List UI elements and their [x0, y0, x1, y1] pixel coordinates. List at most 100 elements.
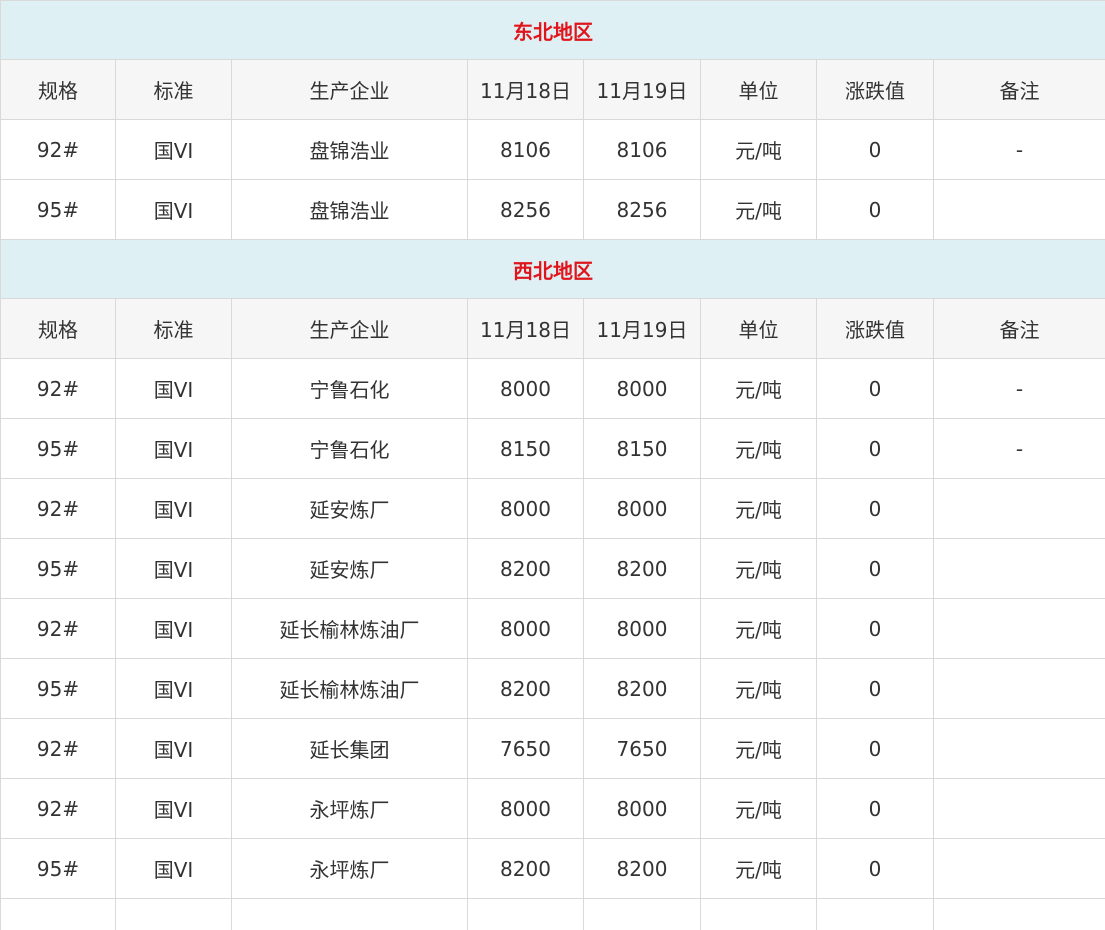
cell-standard: 国VI — [115, 119, 232, 180]
cell-standard: 国VI — [115, 358, 232, 419]
cell-remark — [933, 778, 1105, 839]
column-header-row: 规格 标准 生产企业 11月18日 11月19日 单位 涨跌值 备注 — [0, 298, 1105, 359]
cell-producer: 宁鲁石化 — [231, 358, 468, 419]
cell-price-nov18: 8256 — [467, 179, 584, 240]
cell-price-nov19: 8200 — [583, 658, 701, 719]
cell-price-nov19: 7650 — [583, 718, 701, 779]
cell-standard: 国VI — [115, 418, 232, 479]
cell-standard: 国VI — [115, 179, 232, 240]
cell-price-nov18: 8200 — [467, 538, 584, 599]
column-header-spec: 规格 — [0, 298, 116, 359]
cell-price-nov18: 8000 — [467, 358, 584, 419]
cell-change: 0 — [816, 418, 934, 479]
cell-remark: - — [933, 358, 1105, 419]
table-row: 92# 国VI 延长榆林炼油厂 8000 8000 元/吨 0 — [0, 598, 1105, 659]
cell-price-nov18: 8150 — [467, 418, 584, 479]
cell-price-nov18: 8200 — [467, 838, 584, 899]
column-header-remark: 备注 — [933, 59, 1105, 120]
cell-change: 0 — [816, 358, 934, 419]
cell-spec: 92# — [0, 598, 116, 659]
cell-spec: 92# — [0, 119, 116, 180]
cell-producer: 延安炼厂 — [231, 478, 468, 539]
column-header-price-nov19: 11月19日 — [583, 298, 701, 359]
cell-price-nov19: 8000 — [583, 778, 701, 839]
column-header-producer: 生产企业 — [231, 59, 468, 120]
cell-unit: 元/吨 — [700, 778, 817, 839]
cell-unit: 元/吨 — [700, 838, 817, 899]
table-row: 95# 国VI 延长榆林炼油厂 8200 8200 元/吨 0 — [0, 658, 1105, 719]
column-header-producer: 生产企业 — [231, 298, 468, 359]
cell-spec: 92# — [0, 478, 116, 539]
cell-remark — [933, 718, 1105, 779]
cell-price-nov19: 8200 — [583, 538, 701, 599]
table-row: 92# 国VI 盘锦浩业 8106 8106 元/吨 0- — [0, 119, 1105, 180]
cell-standard — [115, 898, 232, 930]
column-header-price-nov19: 11月19日 — [583, 59, 701, 120]
cell-spec: 92# — [0, 358, 116, 419]
column-header-price-nov18: 11月18日 — [467, 298, 584, 359]
cell-producer: 延长榆林炼油厂 — [231, 658, 468, 719]
column-header-unit: 单位 — [700, 59, 817, 120]
cell-remark — [933, 658, 1105, 719]
cell-change: 0 — [816, 478, 934, 539]
cell-producer: 永坪炼厂 — [231, 778, 468, 839]
cell-unit: 元/吨 — [700, 119, 817, 180]
cell-spec: 95# — [0, 418, 116, 479]
cell-unit: 元/吨 — [700, 179, 817, 240]
column-header-price-nov18: 11月18日 — [467, 59, 584, 120]
cell-remark — [933, 838, 1105, 899]
table-row: 92# 国VI 延长集团 7650 7650 元/吨 0 — [0, 718, 1105, 779]
cell-spec: 95# — [0, 538, 116, 599]
cell-remark: - — [933, 119, 1105, 180]
table-row: 92# 国VI 永坪炼厂 8000 8000 元/吨 0 — [0, 778, 1105, 839]
cell-spec: 92# — [0, 778, 116, 839]
cell-change: 0 — [816, 718, 934, 779]
column-header-row: 规格 标准 生产企业 11月18日 11月19日 单位 涨跌值 备注 — [0, 59, 1105, 120]
cell-producer: 永坪炼厂 — [231, 838, 468, 899]
cell-standard: 国VI — [115, 718, 232, 779]
region-title: 东北地区 — [0, 0, 1105, 60]
table-row: 92# 国VI 延安炼厂 8000 8000 元/吨 0 — [0, 478, 1105, 539]
cell-producer: 盘锦浩业 — [231, 179, 468, 240]
table-row: 95# 国VI 宁鲁石化 8150 8150 元/吨 0- — [0, 418, 1105, 479]
cell-standard: 国VI — [115, 538, 232, 599]
cell-unit: 元/吨 — [700, 658, 817, 719]
region-row: 东北地区 — [0, 0, 1105, 60]
cell-unit: 元/吨 — [700, 718, 817, 779]
cell-price-nov18: 8000 — [467, 478, 584, 539]
cell-price-nov18: 7650 — [467, 718, 584, 779]
cell-remark — [933, 538, 1105, 599]
cell-standard: 国VI — [115, 598, 232, 659]
cell-producer — [231, 898, 468, 930]
price-table-body: 东北地区 规格 标准 生产企业 11月18日 11月19日 单位 涨跌值 备注 92# 国VI 盘锦浩… — [0, 0, 1105, 930]
cell-price-nov19: 8256 — [583, 179, 701, 240]
cell-price-nov18: 8200 — [467, 658, 584, 719]
cell-change: 0 — [816, 778, 934, 839]
table-row: 95# 国VI 盘锦浩业 8256 8256 元/吨 0 — [0, 179, 1105, 240]
region-title: 西北地区 — [0, 239, 1105, 299]
cell-remark — [933, 598, 1105, 659]
table-row: 92# 国VI 宁鲁石化 8000 8000 元/吨 0- — [0, 358, 1105, 419]
cell-producer: 盘锦浩业 — [231, 119, 468, 180]
cell-change — [816, 898, 934, 930]
cell-price-nov18: 8000 — [467, 778, 584, 839]
column-header-standard: 标准 — [115, 59, 232, 120]
cell-remark — [933, 898, 1105, 930]
cell-price-nov19: 8106 — [583, 119, 701, 180]
cell-price-nov18 — [467, 898, 584, 930]
cell-price-nov19: 8000 — [583, 478, 701, 539]
cell-standard: 国VI — [115, 778, 232, 839]
cell-spec: 92# — [0, 718, 116, 779]
price-table: 东北地区 规格 标准 生产企业 11月18日 11月19日 单位 涨跌值 备注 92# 国VI 盘锦浩… — [0, 0, 1105, 930]
cell-change: 0 — [816, 658, 934, 719]
cell-change: 0 — [816, 179, 934, 240]
column-header-remark: 备注 — [933, 298, 1105, 359]
cell-unit — [700, 898, 817, 930]
cell-remark — [933, 179, 1105, 240]
cell-change: 0 — [816, 838, 934, 899]
cell-spec: 95# — [0, 658, 116, 719]
cell-price-nov19: 8150 — [583, 418, 701, 479]
cell-price-nov19: 8000 — [583, 598, 701, 659]
cell-unit: 元/吨 — [700, 358, 817, 419]
cell-standard: 国VI — [115, 838, 232, 899]
